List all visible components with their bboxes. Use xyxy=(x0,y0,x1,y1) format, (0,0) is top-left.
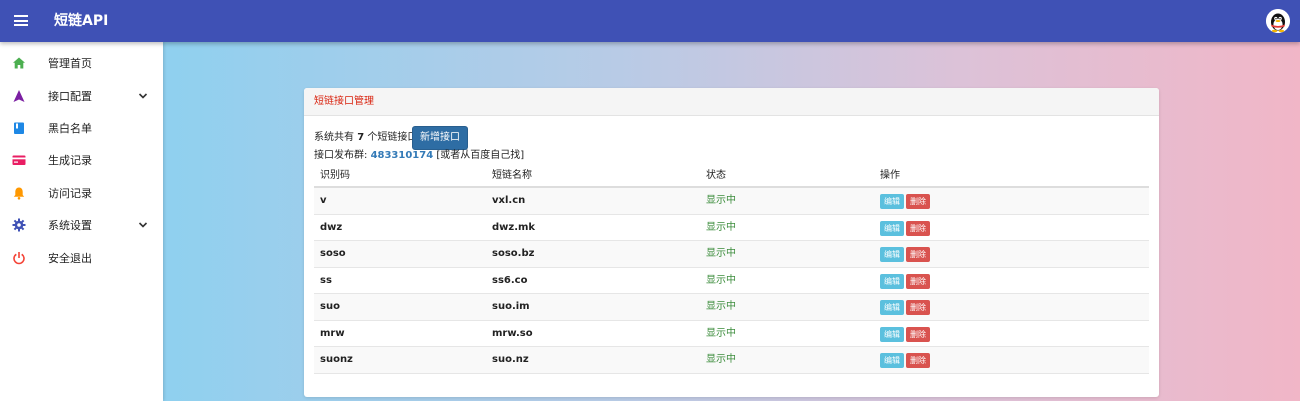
row-code: suonz xyxy=(320,354,353,365)
edit-button[interactable]: 编辑 xyxy=(880,273,904,289)
table-row: suonz suo.nz 显示中 编辑 删除 xyxy=(314,347,1149,374)
api-table: 识别码 短链名称 状态 操作 v vxl.cn 显示中 编辑 删除 dwz dw… xyxy=(314,164,1149,374)
gear-icon xyxy=(12,218,26,232)
row-code: soso xyxy=(320,248,346,259)
top-app-bar: 短链API xyxy=(0,0,1300,42)
sidebar-item-label: 管理首页 xyxy=(48,57,92,70)
row-status: 显示中 xyxy=(706,274,736,286)
sidebar-item-label: 系统设置 xyxy=(48,219,92,232)
summary-suffix: 个短链接口 xyxy=(367,132,418,143)
home-icon xyxy=(13,57,25,69)
table-row: dwz dwz.mk 显示中 编辑 删除 xyxy=(314,215,1149,241)
row-name: suo.im xyxy=(492,301,530,312)
table-header: 识别码 短链名称 状态 操作 xyxy=(314,164,1149,188)
sidebar-item-label: 访问记录 xyxy=(48,187,92,200)
row-name: mrw.so xyxy=(492,327,533,339)
row-name: suo.nz xyxy=(492,354,529,365)
table-row: mrw mrw.so 显示中 编辑 删除 xyxy=(314,321,1149,347)
chevron-down-icon xyxy=(138,222,148,228)
delete-button[interactable]: 删除 xyxy=(906,220,930,236)
delete-button[interactable]: 删除 xyxy=(906,194,930,209)
edit-button[interactable]: 编辑 xyxy=(880,326,904,342)
row-name: dwz.mk xyxy=(492,221,536,233)
sidebar-item-label: 安全退出 xyxy=(48,252,92,265)
table-row: v vxl.cn 显示中 编辑 删除 xyxy=(314,188,1149,215)
edit-button[interactable]: 编辑 xyxy=(880,300,904,315)
sidebar-item-visit-log[interactable]: 访问记录 xyxy=(0,178,163,210)
column-header-actions: 操作 xyxy=(880,170,900,181)
sidebar-item-blacklist[interactable]: 黑白名单 xyxy=(0,113,163,145)
row-code: dwz xyxy=(320,221,343,233)
sidebar-item-generate-log[interactable]: 生成记录 xyxy=(0,145,163,177)
table-row: soso soso.bz 显示中 编辑 删除 xyxy=(314,241,1149,268)
column-header-code: 识别码 xyxy=(320,170,350,181)
sidebar-item-settings[interactable]: 系统设置 xyxy=(0,210,163,242)
sidebar-item-label: 生成记录 xyxy=(48,154,92,167)
card-title: 短链接口管理 xyxy=(314,96,374,107)
edit-button[interactable]: 编辑 xyxy=(880,194,904,209)
row-code: v xyxy=(320,195,327,206)
card-icon xyxy=(12,155,26,165)
qq-avatar-icon[interactable] xyxy=(1266,9,1290,33)
power-icon xyxy=(13,252,25,265)
hamburger-menu-icon[interactable] xyxy=(14,15,28,26)
column-header-status: 状态 xyxy=(706,170,726,181)
table-row: suo suo.im 显示中 编辑 删除 xyxy=(314,294,1149,321)
bell-icon xyxy=(13,187,25,200)
edit-button[interactable]: 编辑 xyxy=(880,353,904,368)
api-management-card: 短链接口管理 系统共有 7 个短链接口 新增接口 接口发布群: 48331017… xyxy=(304,88,1159,397)
publish-group-line: 接口发布群: 483310174 [或者从百度自己找] xyxy=(314,150,524,162)
row-status: 显示中 xyxy=(706,248,736,259)
row-status: 显示中 xyxy=(706,195,736,206)
summary-prefix: 系统共有 xyxy=(314,132,354,143)
row-name: ss6.co xyxy=(492,274,528,286)
delete-button[interactable]: 删除 xyxy=(906,353,930,368)
delete-button[interactable]: 删除 xyxy=(906,300,930,315)
book-icon xyxy=(14,122,24,134)
row-code: suo xyxy=(320,301,340,312)
app-title: 短链API xyxy=(54,13,109,29)
row-name: soso.bz xyxy=(492,248,535,259)
group-label: 接口发布群: xyxy=(314,150,368,161)
row-status: 显示中 xyxy=(706,221,736,233)
row-name: vxl.cn xyxy=(492,195,526,206)
chevron-down-icon xyxy=(138,93,148,99)
card-header: 短链接口管理 xyxy=(304,88,1159,116)
sidebar-item-api-config[interactable]: 接口配置 xyxy=(0,81,163,113)
sidebar: 管理首页 接口配置 黑白名单 生成记录 访问记录 系统设置 安全退出 xyxy=(0,42,163,401)
row-status: 显示中 xyxy=(706,354,736,365)
api-count: 7 xyxy=(357,132,365,143)
delete-button[interactable]: 删除 xyxy=(906,247,930,262)
group-note: [或者从百度自己找] xyxy=(436,150,525,161)
table-row: ss ss6.co 显示中 编辑 删除 xyxy=(314,268,1149,294)
sidebar-item-logout[interactable]: 安全退出 xyxy=(0,243,163,275)
edit-button[interactable]: 编辑 xyxy=(880,220,904,236)
sidebar-item-home[interactable]: 管理首页 xyxy=(0,48,163,80)
row-code: ss xyxy=(320,274,332,286)
sidebar-item-label: 黑白名单 xyxy=(48,122,92,135)
row-code: mrw xyxy=(320,327,345,339)
add-api-button[interactable]: 新增接口 xyxy=(412,126,468,150)
api-count-summary: 系统共有 7 个短链接口 xyxy=(314,132,417,144)
navigation-arrow-icon xyxy=(13,90,25,102)
row-status: 显示中 xyxy=(706,327,736,339)
group-number: 483310174 xyxy=(370,150,434,161)
delete-button[interactable]: 删除 xyxy=(906,273,930,289)
sidebar-item-label: 接口配置 xyxy=(48,90,92,103)
edit-button[interactable]: 编辑 xyxy=(880,247,904,262)
row-status: 显示中 xyxy=(706,301,736,312)
delete-button[interactable]: 删除 xyxy=(906,326,930,342)
column-header-name: 短链名称 xyxy=(492,170,532,181)
